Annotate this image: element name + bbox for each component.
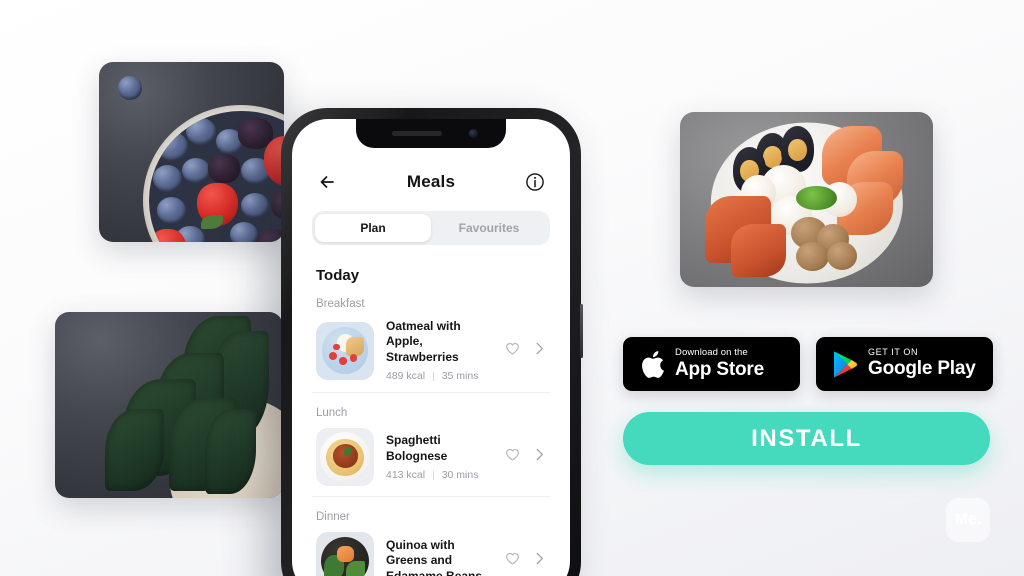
arrow-left-icon — [320, 176, 334, 188]
meal-thumbnail — [316, 321, 374, 380]
meal-info: Spaghetti Bolognese 413 kcal | 30 mins — [386, 433, 496, 481]
app-store-badge-top-line: Download on the — [675, 347, 748, 359]
section-label: Dinner — [316, 511, 350, 524]
heart-outline-icon — [506, 553, 519, 565]
meal-meta-separator: | — [432, 468, 435, 481]
open-meal-button[interactable] — [533, 341, 546, 361]
google-play-triangle-icon — [834, 350, 857, 378]
chevron-right-icon — [536, 342, 543, 354]
page-title: Meals — [406, 172, 456, 191]
meal-row-actions — [496, 446, 546, 468]
chevron-right-icon — [536, 552, 543, 565]
app-store-badge[interactable]: Download on the App Store — [623, 337, 800, 391]
seafood-photo — [680, 112, 933, 287]
favourite-button[interactable] — [504, 550, 521, 572]
meal-duration: 30 mins — [441, 468, 479, 481]
phone-notch — [356, 119, 506, 148]
watermark-logo: Me. — [946, 498, 990, 542]
info-button[interactable] — [524, 171, 546, 193]
app-store-badge-text: Download on the App Store — [675, 347, 764, 380]
store-badges: Download on the App Store GET IT ON Goog… — [623, 337, 993, 391]
meal-name: Quinoa with Greens and Edamame Beans — [386, 538, 483, 576]
meal-row-actions — [496, 340, 546, 362]
tab-bar: Plan Favourites — [312, 211, 550, 245]
heart-outline-icon — [506, 342, 519, 355]
front-camera-icon — [469, 129, 478, 138]
meal-row-actions — [496, 550, 546, 572]
meal-row[interactable]: Quinoa with Greens and Edamame Beans — [312, 528, 550, 576]
meal-meta: 489 kcal | 35 mins — [386, 370, 496, 382]
meal-name: Oatmeal with Apple, Strawberries — [386, 319, 461, 364]
google-play-badge-top-line: GET IT ON — [868, 347, 919, 358]
info-circle-icon — [526, 173, 544, 191]
meal-row[interactable]: Spaghetti Bolognese 413 kcal | 30 mins — [312, 424, 550, 498]
day-heading: Today — [316, 267, 360, 284]
meal-meta: 413 kcal | 30 mins — [386, 469, 496, 481]
meal-row[interactable]: Oatmeal with Apple, Strawberries 489 kca… — [312, 315, 550, 394]
meal-thumbnail — [316, 532, 374, 576]
install-button[interactable]: INSTALL — [623, 412, 990, 465]
google-play-badge-bottom-line: Google Play — [868, 358, 976, 380]
favourite-button[interactable] — [504, 340, 521, 362]
phone-side-button[interactable] — [580, 304, 583, 358]
phone-mockup: Meals Plan Favourites Today Breakfast Oa… — [281, 108, 583, 576]
meal-thumbnail — [316, 428, 374, 487]
section-dinner: Dinner Quinoa with Greens and Edamame Be… — [292, 511, 570, 576]
earpiece-speaker-icon — [392, 131, 442, 136]
open-meal-button[interactable] — [533, 551, 546, 571]
tab-favourites[interactable]: Favourites — [431, 214, 547, 242]
open-meal-button[interactable] — [533, 447, 546, 467]
berries-photo — [99, 62, 284, 242]
meal-meta-separator: | — [432, 370, 435, 383]
section-lunch: Lunch Spaghetti Bolognese 413 kcal | 30 … — [292, 407, 570, 498]
section-label: Breakfast — [316, 298, 365, 310]
kale-photo — [55, 312, 283, 498]
meal-name: Spaghetti Bolognese — [386, 433, 448, 463]
heart-outline-icon — [506, 449, 519, 461]
back-button[interactable] — [316, 171, 338, 193]
section-breakfast: Breakfast Oatmeal with Apple, Strawberri… — [292, 298, 570, 394]
meal-info: Quinoa with Greens and Edamame Beans — [386, 538, 496, 576]
meal-calories: 413 kcal — [386, 468, 426, 481]
phone-screen: Meals Plan Favourites Today Breakfast Oa… — [292, 119, 570, 576]
meal-duration: 35 mins — [441, 370, 479, 383]
app-store-badge-bottom-line: App Store — [675, 358, 764, 380]
google-play-badge-text: GET IT ON Google Play — [868, 347, 976, 380]
chevron-right-icon — [536, 448, 543, 461]
berry-loose — [117, 76, 142, 100]
tab-plan[interactable]: Plan — [315, 214, 431, 242]
apple-logo-icon — [642, 350, 664, 378]
section-label: Lunch — [316, 407, 348, 420]
favourite-button[interactable] — [504, 446, 521, 468]
meal-calories: 489 kcal — [386, 370, 426, 383]
meal-info: Oatmeal with Apple, Strawberries 489 kca… — [386, 319, 496, 382]
google-play-badge[interactable]: GET IT ON Google Play — [816, 337, 993, 391]
